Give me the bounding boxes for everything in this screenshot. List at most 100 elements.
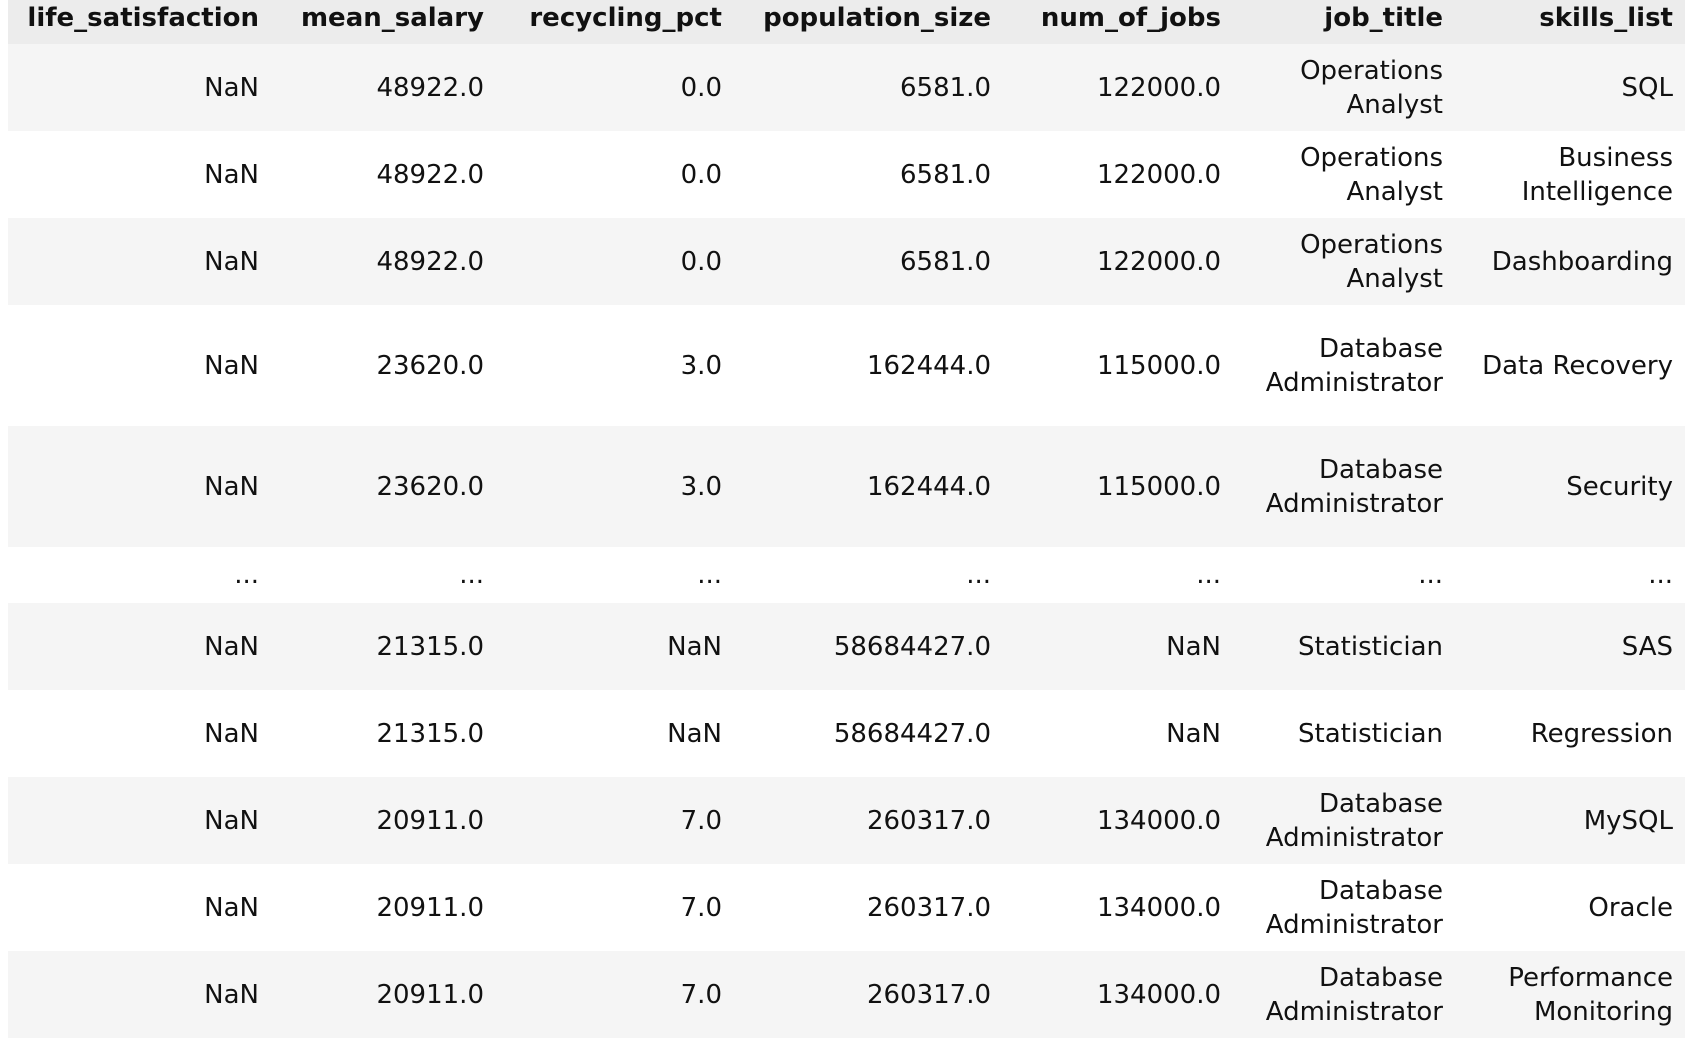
table-cell: 260317.0 [866,979,991,1010]
column-header-skills-list: skills_list [1455,0,1685,44]
table-cell: 162444.0 [866,350,991,381]
table-cell: 7.0 [680,979,722,1010]
table-cell: 134000.0 [1096,979,1221,1010]
table-cell: 7.0 [680,805,722,836]
table-cell: 6581.0 [900,246,991,277]
table-cell: Database Administrator [1265,788,1443,853]
column-header-population-size: population_size [734,0,1003,44]
ellipsis-row: ... ... ... ... ... ... ... [8,547,1685,603]
table-row: NaN 48922.0 0.0 6581.0 122000.0 Operatio… [8,131,1685,218]
table-cell: 3.0 [680,350,722,381]
table-cell: 0.0 [680,72,722,103]
column-header-life-satisfaction: life_satisfaction [8,0,271,44]
table-cell: ... [1418,560,1443,590]
table-cell: 48922.0 [376,159,484,190]
table-cell: 58684427.0 [833,718,991,749]
table-cell: Statistician [1298,631,1443,662]
table-cell: Business Intelligence [1521,142,1673,207]
table-cell: Database Administrator [1265,454,1443,519]
table-cell: NaN [204,471,259,502]
table-cell: 21315.0 [376,718,484,749]
table-row: NaN 23620.0 3.0 162444.0 115000.0 Databa… [8,426,1685,547]
table-cell: NaN [1166,631,1221,662]
table-row: NaN 48922.0 0.0 6581.0 122000.0 Operatio… [8,218,1685,305]
table-cell: Statistician [1298,718,1443,749]
table-row: NaN 20911.0 7.0 260317.0 134000.0 Databa… [8,951,1685,1038]
table-cell: NaN [204,72,259,103]
table-cell: Data Recovery [1482,350,1673,381]
table-cell: SAS [1621,631,1673,662]
table-cell: 134000.0 [1096,892,1221,923]
table-cell: 260317.0 [866,805,991,836]
table-cell: Operations Analyst [1300,229,1443,294]
table-cell: NaN [204,631,259,662]
table-cell: 162444.0 [866,471,991,502]
column-header-num-of-jobs: num_of_jobs [1003,0,1233,44]
table-cell: Oracle [1588,892,1673,923]
table-cell: 20911.0 [376,979,484,1010]
table-cell: NaN [204,159,259,190]
table-cell: 6581.0 [900,159,991,190]
table-cell: NaN [204,892,259,923]
column-header-job-title: job_title [1233,0,1455,44]
table-cell: ... [459,560,484,590]
table-cell: Security [1566,471,1673,502]
table-cell: 115000.0 [1096,471,1221,502]
table-cell: Dashboarding [1491,246,1673,277]
table-cell: 134000.0 [1096,805,1221,836]
table-cell: 122000.0 [1096,159,1221,190]
table-cell: Database Administrator [1265,333,1443,398]
table-cell: Performance Monitoring [1508,962,1673,1027]
table-cell: 48922.0 [376,72,484,103]
table-cell: 20911.0 [376,805,484,836]
table-cell: Regression [1530,718,1673,749]
table-cell: 23620.0 [376,350,484,381]
table-cell: ... [1196,560,1221,590]
table-cell: NaN [667,631,722,662]
table-cell: ... [966,560,991,590]
table-cell: SQL [1621,72,1673,103]
table-cell: 0.0 [680,246,722,277]
table-cell: NaN [1166,718,1221,749]
table-cell: Operations Analyst [1300,142,1443,207]
table-cell: 7.0 [680,892,722,923]
dataframe-table: life_satisfaction mean_salary recycling_… [8,0,1685,1038]
table-cell: NaN [204,246,259,277]
table-cell: NaN [204,979,259,1010]
table-row: NaN 20911.0 7.0 260317.0 134000.0 Databa… [8,777,1685,864]
table-cell: MySQL [1583,805,1673,836]
table-cell: 6581.0 [900,72,991,103]
table-cell: Database Administrator [1265,962,1443,1027]
table-row: NaN 48922.0 0.0 6581.0 122000.0 Operatio… [8,44,1685,131]
dataframe-output: life_satisfaction mean_salary recycling_… [0,0,1696,1046]
table-cell: 48922.0 [376,246,484,277]
table-cell: 0.0 [680,159,722,190]
table-cell: 21315.0 [376,631,484,662]
table-cell: 3.0 [680,471,722,502]
table-row: NaN 23620.0 3.0 162444.0 115000.0 Databa… [8,305,1685,426]
table-cell: NaN [667,718,722,749]
column-header-recycling-pct: recycling_pct [496,0,734,44]
table-row: NaN 21315.0 NaN 58684427.0 NaN Statistic… [8,603,1685,690]
table-cell: Operations Analyst [1300,55,1443,120]
table-cell: 115000.0 [1096,350,1221,381]
table-row: NaN 21315.0 NaN 58684427.0 NaN Statistic… [8,690,1685,777]
table-cell: NaN [204,350,259,381]
table-cell: 58684427.0 [833,631,991,662]
table-row: NaN 20911.0 7.0 260317.0 134000.0 Databa… [8,864,1685,951]
table-cell: 122000.0 [1096,246,1221,277]
table-cell: 23620.0 [376,471,484,502]
table-cell: ... [1648,560,1673,590]
table-cell: 260317.0 [866,892,991,923]
column-header-mean-salary: mean_salary [271,0,496,44]
table-cell: NaN [204,718,259,749]
table-body: NaN 48922.0 0.0 6581.0 122000.0 Operatio… [8,44,1685,1038]
table-cell: ... [697,560,722,590]
table-cell: ... [234,560,259,590]
table-header: life_satisfaction mean_salary recycling_… [8,0,1685,44]
table-cell: 122000.0 [1096,72,1221,103]
table-cell: NaN [204,805,259,836]
header-row: life_satisfaction mean_salary recycling_… [8,0,1685,44]
table-cell: Database Administrator [1265,875,1443,940]
table-cell: 20911.0 [376,892,484,923]
